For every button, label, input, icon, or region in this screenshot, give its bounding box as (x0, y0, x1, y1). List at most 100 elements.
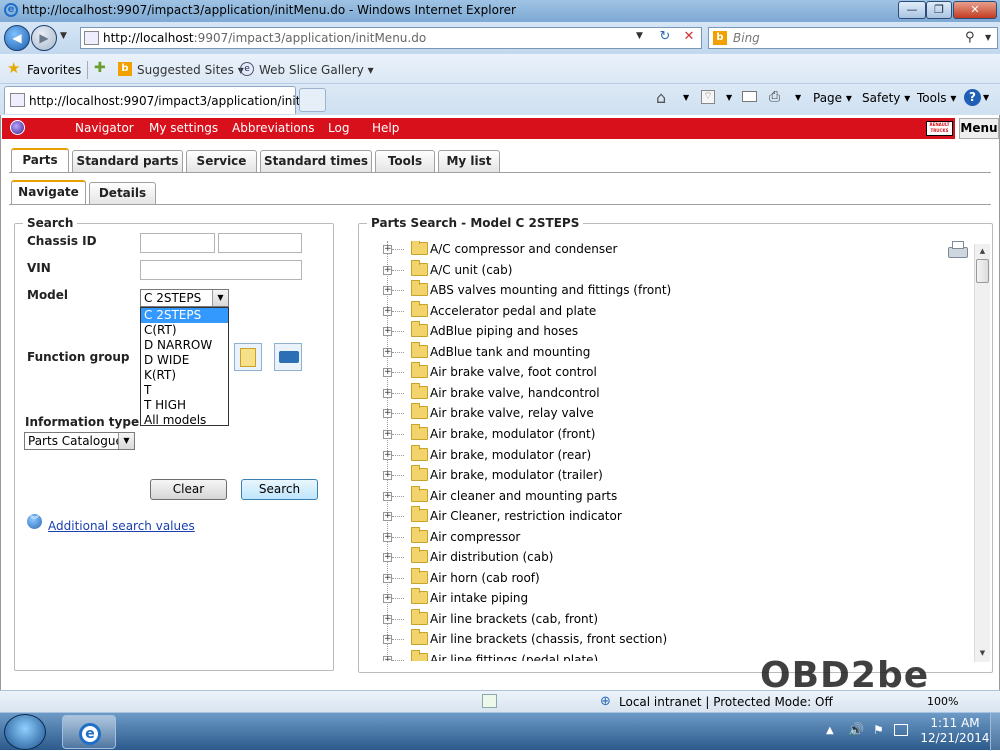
expand-plus-icon[interactable]: + (383, 471, 392, 481)
expand-plus-icon[interactable]: + (383, 245, 392, 254)
tab-tools[interactable]: Tools (375, 150, 435, 172)
help-icon[interactable]: ? (964, 89, 981, 106)
web-slice-gallery-link[interactable]: Web Slice Gallery ▾ (259, 63, 374, 77)
expand-plus-icon[interactable]: + (383, 327, 392, 337)
read-mail-icon[interactable] (742, 91, 757, 102)
model-option[interactable]: K(RT) (141, 368, 228, 383)
volume-icon[interactable]: 🔊 (848, 723, 864, 738)
additional-search-link[interactable]: Additional search values (48, 519, 195, 533)
browser-tab-active[interactable]: http://localhost:9907/impact3/applicatio… (4, 86, 322, 114)
maximize-button[interactable]: ❐ (926, 1, 952, 19)
tree-scrollbar[interactable]: ▲ ▼ (974, 244, 990, 662)
chevron-down-icon[interactable]: ▼ (212, 290, 228, 306)
new-tab-button[interactable] (299, 88, 326, 112)
expand-plus-icon[interactable]: + (383, 594, 392, 604)
tree-node[interactable]: + Air brake, modulator (front) (383, 423, 943, 447)
tree-node[interactable]: + AdBlue piping and hoses (383, 321, 943, 344)
tree-node[interactable]: + Air brake, modulator (rear) (383, 444, 943, 468)
expand-plus-icon[interactable]: + (383, 532, 392, 542)
address-dropdown-icon[interactable]: ▼ (636, 31, 643, 41)
truck-icon[interactable] (274, 343, 302, 371)
start-button[interactable] (4, 714, 46, 750)
function-group-list-icon[interactable] (234, 343, 262, 371)
chassis-id-input-1[interactable] (140, 233, 215, 253)
search-box[interactable]: b Bing ⚲ ▼ (708, 27, 998, 49)
search-dropdown-icon[interactable]: ▼ (985, 33, 991, 42)
forward-button[interactable]: ▶ (31, 25, 57, 51)
tab-standard-parts[interactable]: Standard parts (72, 150, 183, 172)
expand-plus-icon[interactable]: + (383, 512, 392, 522)
menu-help[interactable]: Help (372, 121, 399, 135)
expand-plus-icon[interactable]: + (383, 409, 392, 419)
tree-node[interactable]: + Accelerator pedal and plate (383, 300, 943, 324)
favorites-button[interactable]: Favorites (27, 63, 81, 77)
home-dropdown-icon[interactable]: ▼ (683, 93, 689, 102)
expand-plus-icon[interactable]: + (383, 347, 392, 357)
tree-node[interactable]: + ABS valves mounting and fittings (front… (383, 280, 943, 303)
tree-node[interactable]: + Air brake valve, handcontrol (383, 382, 943, 406)
tree-node[interactable]: + A/C compressor and condenser (383, 241, 943, 262)
search-icon[interactable]: ⚲ (965, 30, 975, 45)
back-button[interactable]: ◀ (4, 25, 30, 51)
tree-node[interactable]: + A/C unit (cab) (383, 259, 943, 283)
expand-plus-icon[interactable]: + (383, 450, 392, 460)
tree-node[interactable]: + Air line brackets (chassis, front secti… (383, 629, 943, 652)
print-icon[interactable]: ⎙ (769, 89, 780, 105)
stop-icon[interactable]: ✕ (679, 29, 699, 47)
model-option[interactable]: T HIGH (141, 398, 228, 413)
page-menu[interactable]: Page ▾ (813, 91, 852, 105)
menu-button[interactable]: Menu (959, 118, 999, 139)
suggested-sites-link[interactable]: Suggested Sites ▾ (137, 63, 244, 77)
expand-plus-icon[interactable]: + (383, 306, 392, 316)
vin-input[interactable] (140, 260, 302, 280)
minimize-button[interactable]: — (898, 1, 926, 19)
home-icon[interactable]: ⌂ (656, 88, 666, 107)
model-option[interactable]: C(RT) (141, 323, 228, 338)
expand-plus-icon[interactable]: + (383, 553, 392, 563)
expand-plus-icon[interactable]: + (383, 388, 392, 398)
tree-node[interactable]: + Air brake, modulator (trailer) (383, 465, 943, 488)
help-dropdown-icon[interactable]: ▼ (983, 93, 989, 102)
tree-node[interactable]: + Air distribution (cab) (383, 547, 943, 570)
menu-navigator[interactable]: Navigator (75, 121, 134, 135)
ie-taskbar-button[interactable]: e (62, 715, 116, 749)
close-window-button[interactable]: ✕ (953, 1, 997, 19)
scroll-up-icon[interactable]: ▲ (976, 244, 989, 258)
scroll-down-icon[interactable]: ▼ (976, 646, 989, 660)
add-favorite-icon[interactable]: ✚ (94, 60, 106, 76)
tab-my-list[interactable]: My list (438, 150, 500, 172)
model-option[interactable]: D NARROW (141, 338, 228, 353)
expand-plus-icon[interactable]: + (383, 491, 392, 501)
address-bar[interactable]: http://localhost:9907/impact3/applicatio… (80, 27, 702, 49)
model-option[interactable]: C 2STEPS (141, 308, 228, 323)
tab-service[interactable]: Service (186, 150, 257, 172)
menu-my-settings[interactable]: My settings (149, 121, 218, 135)
expand-plus-icon[interactable]: + (383, 286, 392, 296)
network-icon[interactable] (894, 724, 908, 736)
expand-plus-icon[interactable]: + (383, 635, 392, 645)
chassis-id-input-2[interactable] (218, 233, 302, 253)
feeds-icon[interactable]: ⌔ (701, 90, 715, 104)
clear-button[interactable]: Clear (150, 479, 227, 500)
model-select[interactable]: C 2STEPS ▼ (140, 289, 229, 307)
expand-plus-icon[interactable]: + (383, 614, 392, 624)
expand-plus-icon[interactable]: + (383, 573, 392, 583)
print-dropdown-icon[interactable]: ▼ (795, 93, 801, 102)
tab-parts[interactable]: Parts (11, 148, 69, 172)
tree-node[interactable]: + AdBlue tank and mounting (383, 341, 943, 365)
feeds-dropdown-icon[interactable]: ▼ (726, 93, 732, 102)
menu-log[interactable]: Log (328, 121, 349, 135)
model-option[interactable]: All models (141, 413, 228, 428)
history-dropdown-icon[interactable]: ▼ (60, 31, 67, 41)
menu-abbreviations[interactable]: Abbreviations (232, 121, 315, 135)
subtab-details[interactable]: Details (89, 182, 156, 204)
tree-node[interactable]: + Air line brackets (cab, front) (383, 608, 943, 632)
tree-node[interactable]: + Air intake piping (383, 588, 943, 611)
refresh-icon[interactable]: ↻ (654, 29, 676, 47)
clock[interactable]: 1:11 AM 12/21/2014 (912, 716, 998, 746)
subtab-navigate[interactable]: Navigate (11, 180, 86, 204)
tree-node[interactable]: + Air brake valve, foot control (383, 362, 943, 385)
tree-node[interactable]: + Air brake valve, relay valve (383, 403, 943, 426)
scroll-thumb[interactable] (976, 259, 989, 283)
tree-node[interactable]: + Air horn (cab roof) (383, 567, 943, 591)
